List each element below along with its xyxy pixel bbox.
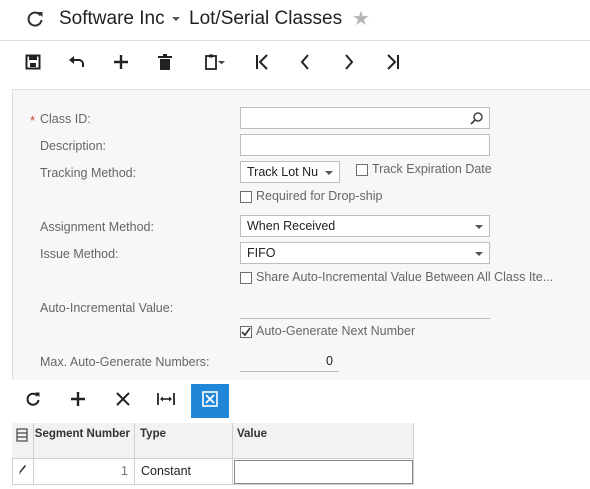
auto-incremental-label: Auto-Incremental Value:: [40, 301, 174, 315]
share-auto-checkbox[interactable]: [240, 272, 252, 284]
grid-fit-width-button[interactable]: [151, 385, 181, 417]
required-marker: *: [30, 113, 36, 128]
add-icon: [70, 391, 86, 412]
close-icon: [116, 391, 130, 411]
title-bar: Software Inc Lot/Serial Classes ★: [0, 0, 590, 40]
last-record-button[interactable]: [380, 49, 406, 75]
search-icon[interactable]: [470, 111, 484, 128]
cell-type[interactable]: Constant: [135, 459, 233, 485]
grid-add-button[interactable]: [63, 385, 93, 417]
next-record-button[interactable]: [336, 49, 362, 75]
required-dropship-checkbox[interactable]: [240, 191, 252, 203]
auto-generate-label: Auto-Generate Next Number: [256, 324, 416, 338]
page-title: Lot/Serial Classes: [189, 8, 343, 29]
paste-menu-button[interactable]: [196, 49, 236, 75]
refresh-icon: [25, 391, 41, 412]
track-expiration-label: Track Expiration Date: [372, 162, 492, 176]
required-dropship-label: Required for Drop-ship: [256, 189, 383, 203]
assignment-method-select[interactable]: When Received: [240, 215, 490, 237]
save-icon: [25, 54, 41, 70]
checkmark-icon: [241, 327, 251, 337]
pencil-icon: [19, 465, 26, 475]
first-record-button[interactable]: [249, 49, 275, 75]
tracking-method-select[interactable]: Track Lot Nu: [240, 161, 340, 183]
max-auto-input[interactable]: 0: [240, 354, 333, 368]
first-icon: [255, 54, 269, 70]
chevron-down-icon: [475, 225, 483, 229]
description-label: Description:: [40, 139, 106, 153]
max-auto-underline: [240, 371, 339, 372]
trash-icon: [158, 54, 172, 70]
save-button[interactable]: [20, 49, 46, 75]
col-header-value[interactable]: Value: [233, 423, 414, 459]
tracking-method-label: Tracking Method:: [40, 166, 137, 180]
favorite-star-icon[interactable]: ★: [352, 6, 370, 31]
fit-width-icon: [157, 392, 175, 411]
col-header-segment-number[interactable]: Segment Number: [34, 423, 135, 459]
grid-delete-button[interactable]: [108, 385, 138, 417]
auto-incremental-underline: [240, 318, 490, 319]
excel-icon: [202, 390, 218, 412]
assignment-method-value: When Received: [247, 219, 336, 233]
cell-value-input[interactable]: [234, 460, 413, 484]
undo-button[interactable]: [64, 49, 90, 75]
undo-icon: [68, 55, 86, 69]
cell-segment-number[interactable]: 1: [34, 459, 135, 485]
refresh-icon[interactable]: [25, 9, 45, 29]
chevron-down-icon: [475, 252, 483, 256]
assignment-method-label: Assignment Method:: [40, 220, 154, 234]
class-id-input[interactable]: [240, 107, 490, 129]
chevron-down-icon[interactable]: [172, 17, 180, 21]
next-icon: [344, 54, 354, 70]
divider: [0, 40, 590, 41]
grid-column-settings[interactable]: [12, 423, 34, 459]
share-auto-label: Share Auto-Incremental Value Between All…: [256, 270, 554, 284]
auto-generate-checkbox[interactable]: [240, 326, 252, 338]
add-icon: [113, 54, 129, 70]
issue-method-select[interactable]: FIFO: [240, 242, 490, 264]
previous-record-button[interactable]: [292, 49, 318, 75]
grid-export-excel-button[interactable]: [191, 384, 229, 418]
issue-method-value: FIFO: [247, 246, 276, 260]
description-input[interactable]: [240, 134, 490, 156]
column-settings-icon: [16, 428, 28, 442]
paste-icon: [204, 54, 228, 70]
last-icon: [386, 54, 400, 70]
delete-button[interactable]: [152, 49, 178, 75]
issue-method-label: Issue Method:: [40, 247, 119, 261]
previous-icon: [300, 54, 310, 70]
company-selector[interactable]: Software Inc: [59, 8, 165, 30]
row-edit-indicator[interactable]: [12, 459, 34, 485]
add-button[interactable]: [108, 49, 134, 75]
col-header-type[interactable]: Type: [135, 423, 233, 459]
max-auto-label: Max. Auto-Generate Numbers:: [40, 355, 210, 369]
track-expiration-checkbox[interactable]: [356, 164, 368, 176]
tracking-method-value: Track Lot Nu: [247, 165, 319, 179]
grid-refresh-button[interactable]: [18, 385, 48, 417]
chevron-down-icon: [325, 171, 333, 175]
class-id-label: Class ID:: [40, 112, 91, 126]
